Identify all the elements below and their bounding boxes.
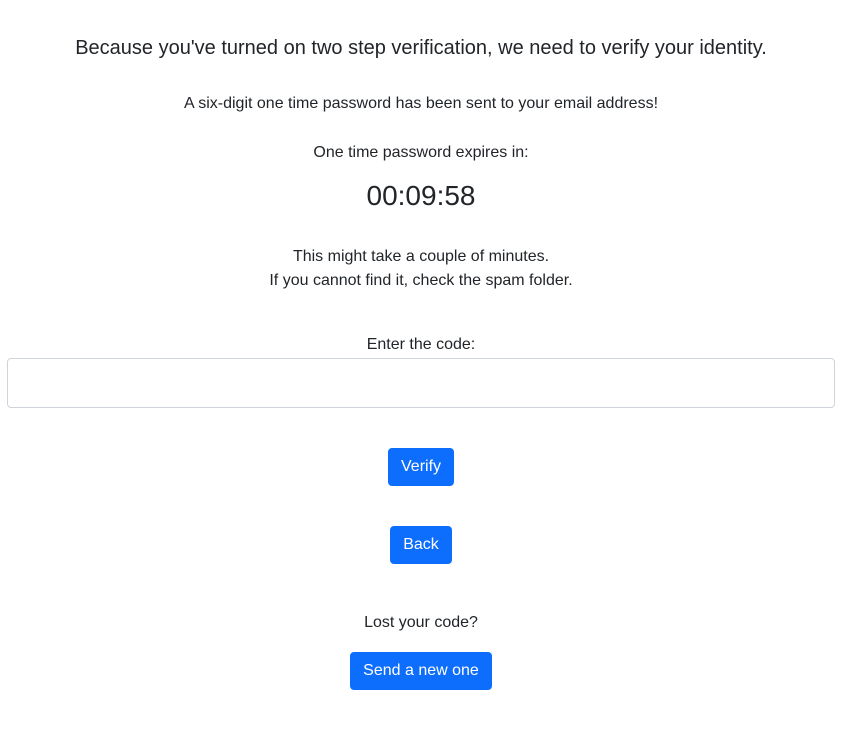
back-button[interactable]: Back xyxy=(390,526,452,564)
page-heading: Because you've turned on two step verifi… xyxy=(75,37,767,59)
hint-line-1: This might take a couple of minutes. xyxy=(292,248,550,265)
sent-message: A six-digit one time password has been s… xyxy=(183,95,659,112)
verify-button[interactable]: Verify xyxy=(388,448,454,486)
lost-code-label: Lost your code? xyxy=(364,614,478,631)
hint-line-2: If you cannot find it, check the spam fo… xyxy=(269,272,573,289)
send-new-code-button[interactable]: Send a new one xyxy=(350,652,492,690)
code-label: Enter the code: xyxy=(366,336,476,353)
countdown-timer: 00:09:58 xyxy=(366,180,476,211)
code-input[interactable] xyxy=(7,358,835,408)
expires-label: One time password expires in: xyxy=(313,144,529,161)
